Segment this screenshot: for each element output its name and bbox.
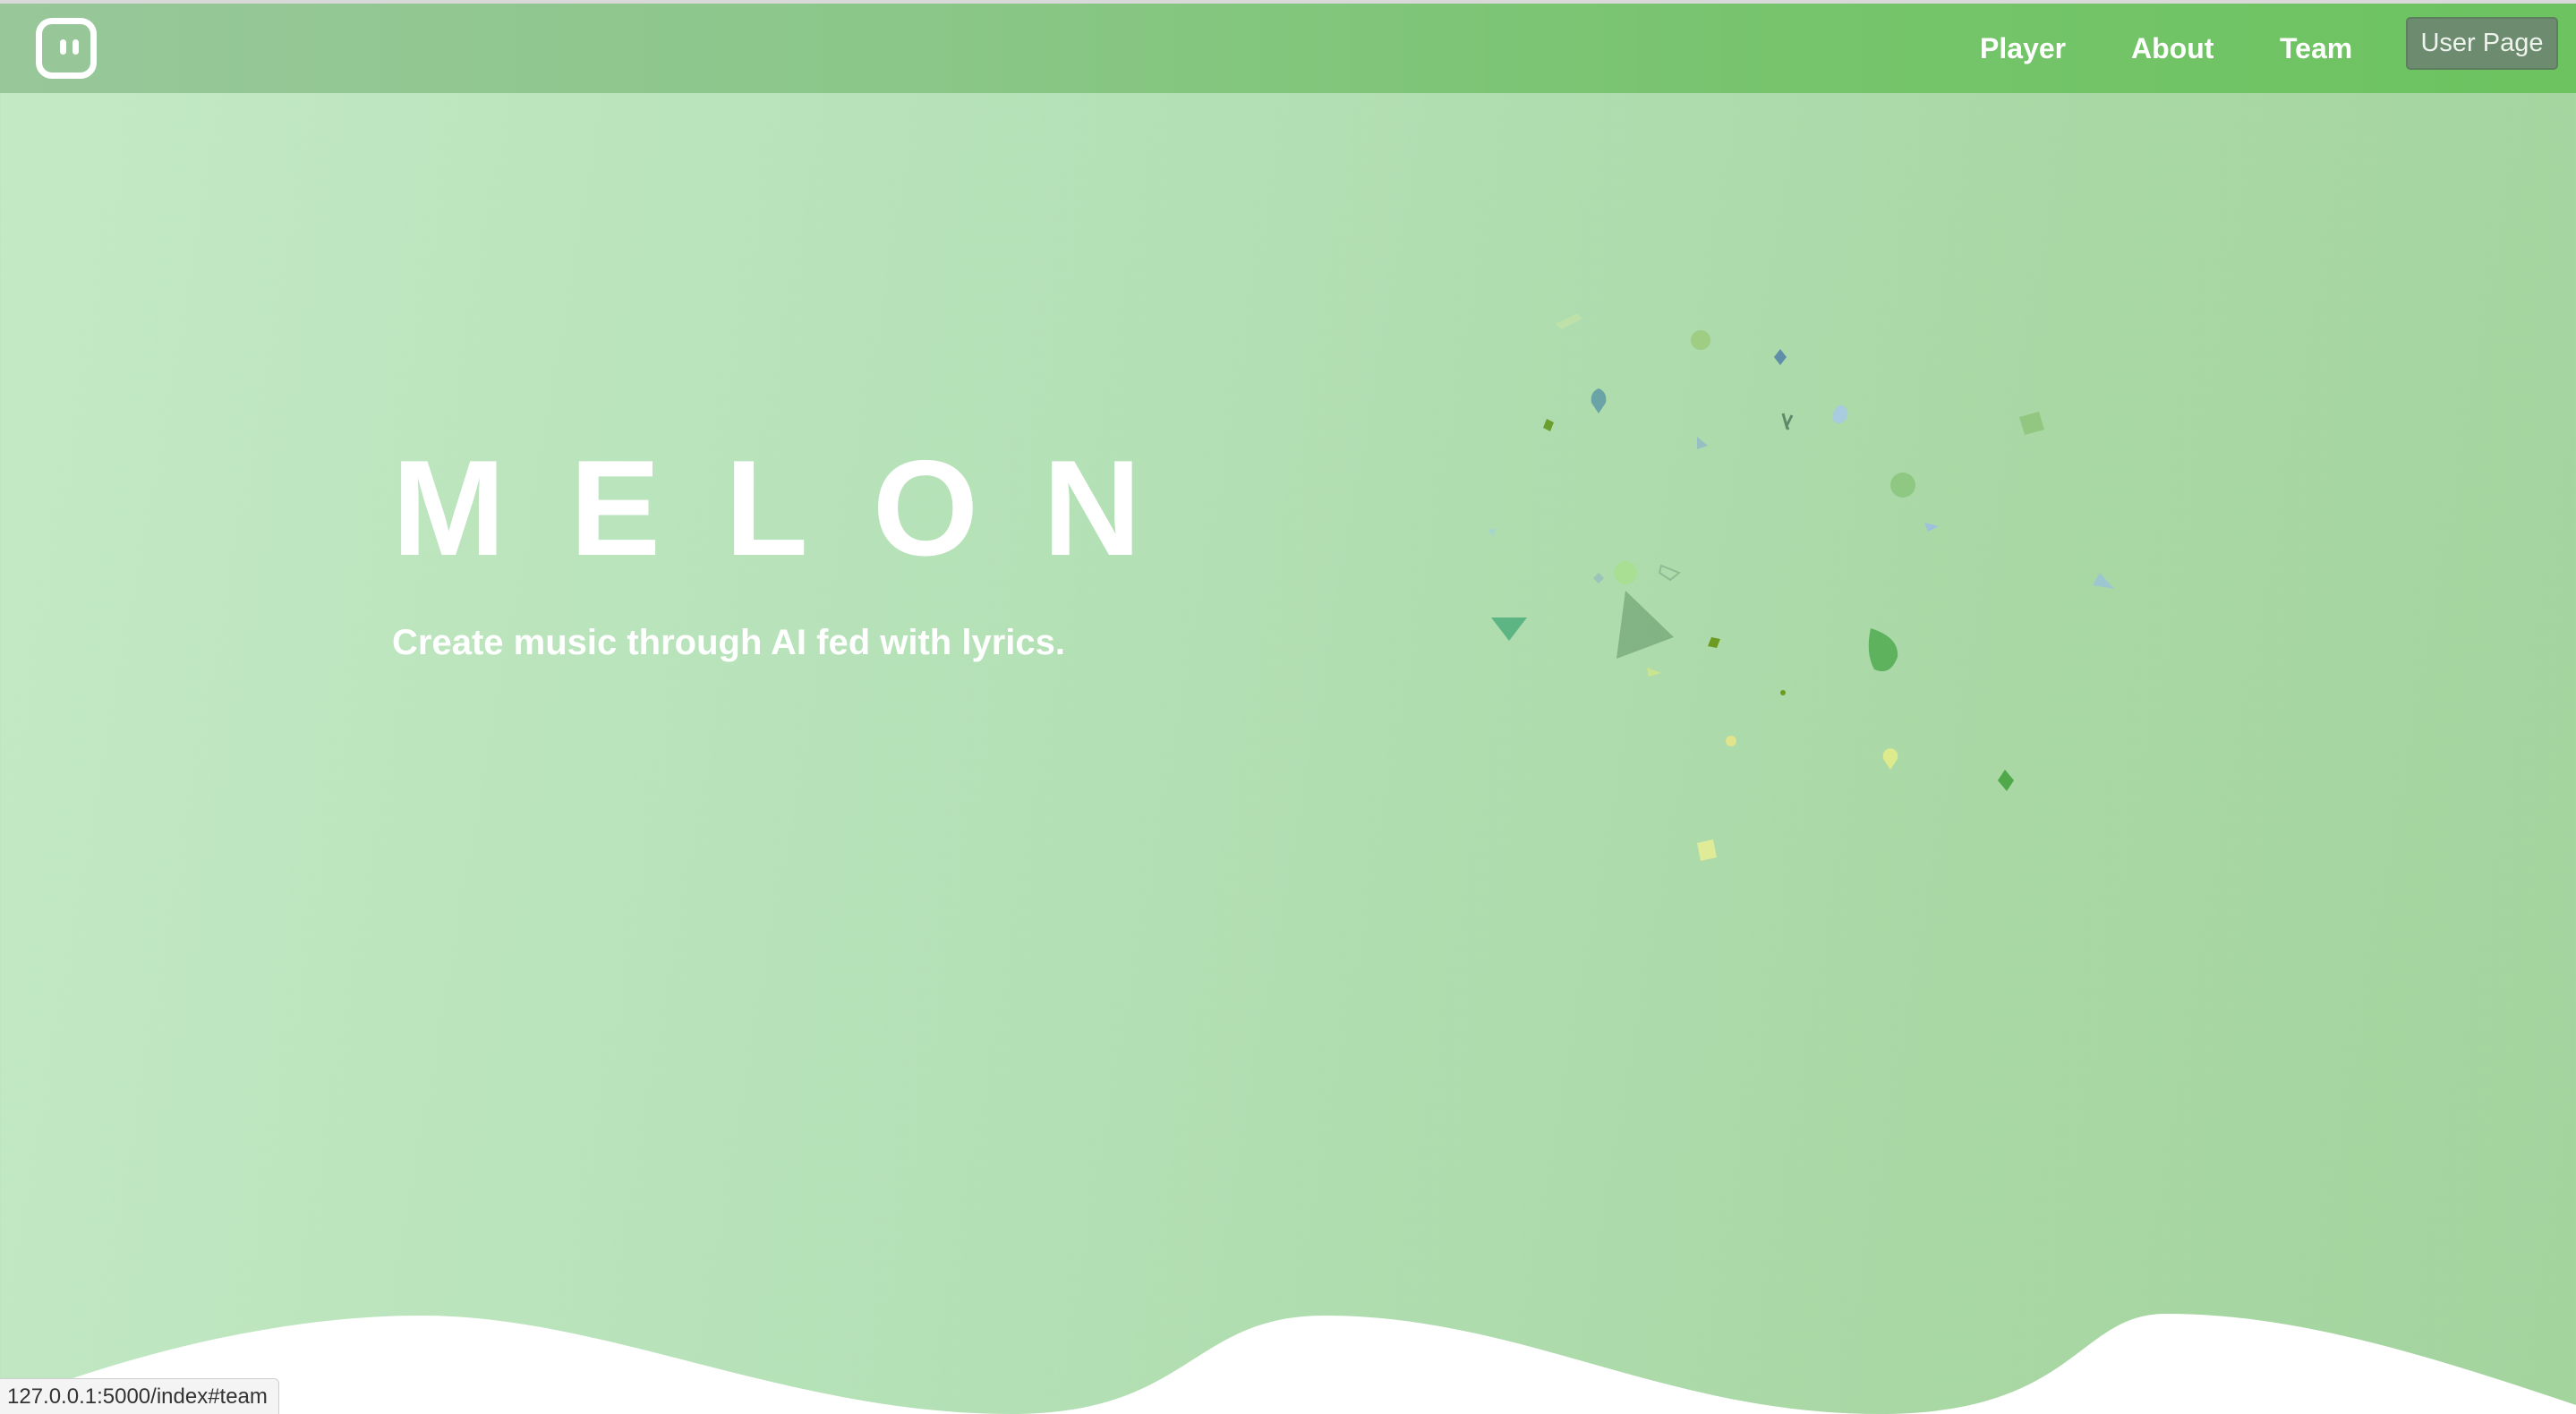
hero-title: MELON (392, 432, 1206, 584)
confetti-particle (1616, 591, 1674, 659)
bottom-wave-divider (0, 1314, 2576, 1414)
confetti-particle (1774, 349, 1787, 365)
hero-subtitle: Create music through AI fed with lyrics. (392, 623, 1065, 662)
confetti-particle (1658, 564, 1681, 582)
confetti-particle (1614, 561, 1637, 584)
confetti-particle (1593, 573, 1604, 583)
confetti-particle (1708, 637, 1720, 648)
confetti-particle (2019, 412, 2044, 435)
confetti-particle (1882, 748, 1898, 770)
confetti-particle (1691, 330, 1710, 350)
confetti-particle (1543, 419, 1554, 431)
confetti-particle (1780, 690, 1786, 695)
confetti-particle (1491, 618, 1527, 641)
confetti-particle (1488, 528, 1497, 537)
confetti-particle (1924, 523, 1939, 532)
confetti-particle (1556, 313, 1582, 329)
confetti-particles (1488, 313, 2114, 861)
confetti-particle (1890, 473, 1915, 498)
confetti-particle (1781, 413, 1794, 430)
browser-status-bar-url: 127.0.0.1:5000/index#team (0, 1378, 279, 1414)
confetti-particle (1697, 839, 1717, 861)
confetti-particle (1832, 405, 1848, 424)
confetti-particle (1726, 736, 1736, 746)
confetti-particle (2093, 573, 2114, 589)
confetti-particle (1647, 668, 1661, 677)
confetti-particle (1998, 770, 2014, 791)
confetti-particle (1868, 628, 1898, 672)
confetti-particle (1697, 437, 1708, 449)
confetti-particle (1591, 388, 1607, 413)
